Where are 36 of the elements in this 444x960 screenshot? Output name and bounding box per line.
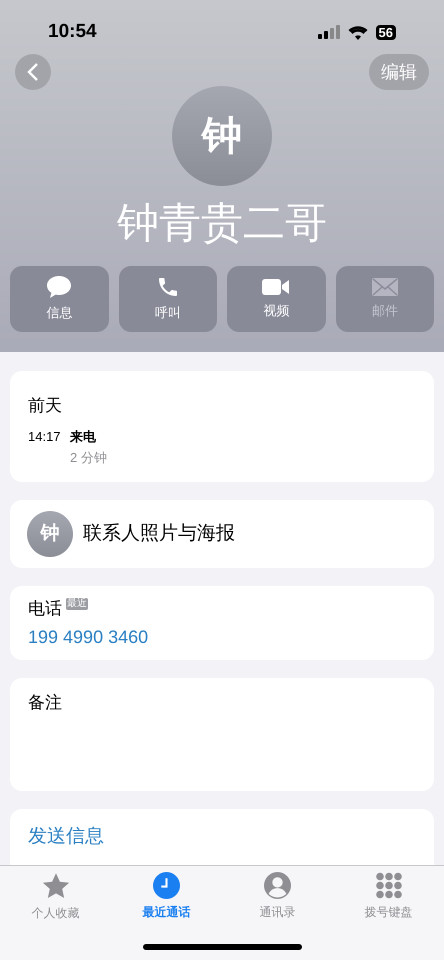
tab-item[interactable]: 拨号键盘 bbox=[333, 872, 444, 922]
contact-name: 钟青贵二哥 bbox=[117, 198, 327, 248]
battery-indicator: 56 bbox=[376, 24, 396, 40]
recent-badge: 最近 bbox=[66, 598, 88, 610]
keypad-icon bbox=[374, 872, 402, 899]
edit-button[interactable]: 编辑 bbox=[369, 54, 429, 90]
star-icon bbox=[40, 872, 70, 900]
chevron-left-icon bbox=[27, 63, 39, 81]
poster-avatar: 钟 bbox=[27, 511, 73, 557]
call-action-button[interactable]: 呼叫 bbox=[118, 266, 217, 332]
call-duration: 2 分钟 bbox=[70, 449, 107, 467]
person-icon bbox=[264, 872, 291, 899]
tab-item[interactable]: 个人收藏 bbox=[0, 872, 111, 922]
call-time: 14:17 bbox=[28, 428, 60, 446]
call-type: 来电 bbox=[70, 428, 97, 446]
phone-label: 电话 bbox=[28, 598, 62, 620]
clock-icon bbox=[153, 872, 180, 899]
call-day: 前天 bbox=[28, 393, 416, 418]
send-message-link[interactable]: 发送信息 bbox=[28, 826, 104, 847]
notes-label: 备注 bbox=[28, 693, 62, 712]
message-action-button[interactable]: 信息 bbox=[10, 266, 108, 332]
status-time: 10:54 bbox=[48, 20, 97, 44]
poster-row[interactable]: 钟 联系人照片与海报 bbox=[10, 500, 434, 568]
notes-card[interactable]: 备注 bbox=[10, 678, 434, 791]
video-action-button[interactable]: 视频 bbox=[227, 266, 326, 332]
wifi-icon bbox=[348, 24, 368, 40]
tab-item[interactable]: 通讯录 bbox=[222, 872, 333, 922]
tab-item[interactable]: 最近通话 bbox=[111, 872, 222, 922]
speech-bubble-icon bbox=[46, 275, 72, 300]
video-camera-icon bbox=[261, 277, 292, 298]
envelope-icon bbox=[370, 277, 399, 298]
contact-avatar: 钟 bbox=[172, 86, 272, 186]
back-button[interactable] bbox=[15, 54, 51, 90]
phone-number[interactable]: 199 4990 3460 bbox=[28, 624, 416, 651]
signal-icon bbox=[318, 25, 340, 39]
poster-label: 联系人照片与海报 bbox=[83, 522, 235, 546]
